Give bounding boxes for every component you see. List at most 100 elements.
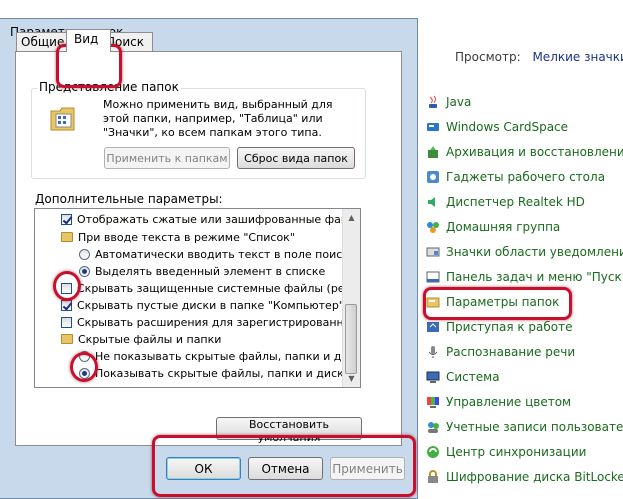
list-item-label: Автоматически вводить текст в поле поиск… xyxy=(95,247,356,261)
tab-search-label: Поиск xyxy=(109,35,145,49)
list-item-label: Не показывать скрытые файлы, папки и дис… xyxy=(95,349,361,363)
gadgets-icon xyxy=(426,170,440,184)
scrollbar-thumb[interactable] xyxy=(345,304,357,374)
cp-item-cardspace[interactable]: Windows CardSpace xyxy=(426,116,568,138)
cancel-button[interactable]: Отмена xyxy=(248,457,323,480)
folder-view-legend: Представление папок xyxy=(37,80,181,94)
list-item[interactable]: Автоматически вводить текст в поле поиск… xyxy=(79,245,356,263)
restore-defaults-button[interactable]: Восстановить умолчания xyxy=(216,417,362,444)
list-item-label: Показывать скрытые файлы, папки и диски xyxy=(95,366,351,380)
list-item[interactable]: Выделять введенный элемент в списке xyxy=(79,262,325,280)
cp-item-realtek[interactable]: Диспетчер Realtek HD xyxy=(426,191,585,213)
cp-item-label: Параметры папок xyxy=(446,295,560,309)
cp-item-java[interactable]: Java xyxy=(426,91,471,113)
cp-item-sync[interactable]: Центр синхронизации xyxy=(426,441,586,463)
cp-item-label: Windows CardSpace xyxy=(446,120,569,134)
radio-button[interactable] xyxy=(79,367,90,379)
cp-item-label: Учетные записи пользователей xyxy=(446,420,623,434)
cp-item-label: Java xyxy=(446,95,472,109)
list-item-label: Скрывать пустые диски в папке "Компьютер… xyxy=(77,298,344,312)
radio-button[interactable] xyxy=(79,248,90,260)
color-management-icon xyxy=(426,395,440,409)
checkbox[interactable] xyxy=(61,282,72,294)
cp-item-getting-started[interactable]: Приступая к работе xyxy=(426,316,573,338)
radio-button[interactable] xyxy=(79,350,90,362)
tab-general-label: Общие xyxy=(21,35,65,49)
checkbox[interactable] xyxy=(61,299,72,311)
ok-button[interactable]: ОК xyxy=(166,457,241,480)
list-item-label: Скрывать защищенные системные файлы (рек… xyxy=(77,281,361,295)
folder-icon xyxy=(61,232,73,242)
backup-icon xyxy=(426,145,440,159)
cp-item-speech[interactable]: Распознавание речи xyxy=(426,341,575,363)
tab-general[interactable]: Общие xyxy=(16,32,68,51)
radio-button[interactable] xyxy=(79,265,90,277)
cp-item-label: Система xyxy=(446,370,500,384)
notification-icons-icon xyxy=(426,245,440,259)
list-item-label: При вводе текста в режиме "Список" xyxy=(78,230,295,244)
tab-search[interactable]: Поиск xyxy=(109,32,153,51)
cp-item-label: Архивация и восстановление xyxy=(446,145,623,159)
cp-item-notification[interactable]: Значки области уведомлений xyxy=(426,241,623,263)
list-item-label: Скрывать расширения для зарегистрированн… xyxy=(77,315,361,329)
scroll-up-icon[interactable]: ▲ xyxy=(343,209,360,226)
list-item[interactable]: Скрывать расширения для зарегистрированн… xyxy=(61,313,361,331)
reset-folders-button[interactable]: Сброс вида папок xyxy=(237,147,355,169)
cp-item-label: Гаджеты рабочего стола xyxy=(446,170,606,184)
list-item-label: Скрытые файлы и папки xyxy=(78,332,222,346)
folder-options-icon xyxy=(426,295,440,309)
microphone-icon xyxy=(426,345,440,359)
checkbox[interactable] xyxy=(61,213,72,225)
cp-item-color[interactable]: Управление цветом xyxy=(426,391,571,413)
view-dropdown[interactable]: Мелкие значки xyxy=(532,50,623,64)
tab-view[interactable]: Вид xyxy=(66,29,111,52)
folder-view-description: Можно применить вид, выбранный для этой … xyxy=(103,98,333,139)
cp-item-label: Панель задач и меню "Пуск" xyxy=(446,270,623,284)
advanced-settings-label: Дополнительные параметры: xyxy=(35,192,223,206)
java-icon xyxy=(426,95,440,109)
checkbox[interactable] xyxy=(61,316,72,328)
cardspace-icon xyxy=(426,120,440,134)
taskbar-icon xyxy=(426,270,440,284)
list-item[interactable]: Показывать скрытые файлы, папки и диски xyxy=(79,364,351,382)
list-item[interactable]: Скрывать защищенные системные файлы (рек… xyxy=(61,279,361,297)
cp-item-label: Диспетчер Realtek HD xyxy=(446,195,585,209)
system-icon xyxy=(426,370,440,384)
cp-item-homegroup[interactable]: Домашняя группа xyxy=(426,216,560,238)
cp-item-taskbar[interactable]: Панель задач и меню "Пуск" xyxy=(426,266,623,288)
getting-started-icon xyxy=(426,320,440,334)
user-accounts-icon xyxy=(426,420,440,434)
list-scrollbar[interactable]: ▲ ▼ xyxy=(342,209,360,387)
list-item: При вводе текста в режиме "Список" xyxy=(61,228,295,246)
cp-item-users[interactable]: Учетные записи пользователей xyxy=(426,416,623,438)
homegroup-icon xyxy=(426,220,440,234)
view-label: Просмотр: xyxy=(455,50,521,64)
cp-item-folder-options[interactable]: Параметры папок xyxy=(426,291,559,313)
list-item: Скрытые файлы и папки xyxy=(61,330,221,348)
cp-item-label: Шифрование диска BitLocker xyxy=(446,470,623,484)
apply-button[interactable]: Применить xyxy=(330,457,405,480)
sync-center-icon xyxy=(426,445,440,459)
cp-item-label: Значки области уведомлений xyxy=(446,245,623,259)
advanced-settings-list[interactable]: Отображать сжатые или зашифрованные файл… xyxy=(34,208,361,388)
cp-item-gadgets[interactable]: Гаджеты рабочего стола xyxy=(426,166,605,188)
list-item[interactable]: Отображать сжатые или зашифрованные файл… xyxy=(61,210,360,228)
cp-item-label: Приступая к работе xyxy=(446,320,573,334)
apply-to-folders-button[interactable]: Применить к папкам xyxy=(104,147,230,169)
list-item-label: Выделять введенный элемент в списке xyxy=(95,264,326,278)
realtek-audio-icon xyxy=(426,195,440,209)
tab-view-label: Вид xyxy=(74,32,99,46)
bitlocker-icon xyxy=(426,470,440,484)
cp-item-bitlocker[interactable]: Шифрование диска BitLocker xyxy=(426,466,623,488)
cp-item-backup[interactable]: Архивация и восстановление xyxy=(426,141,623,163)
scroll-down-icon[interactable]: ▼ xyxy=(343,370,360,387)
cp-item-label: Центр синхронизации xyxy=(446,445,587,459)
folder-icon xyxy=(61,334,73,344)
cp-item-system[interactable]: Система xyxy=(426,366,500,388)
list-item[interactable]: Не показывать скрытые файлы, папки и дис… xyxy=(79,347,361,365)
list-item[interactable]: Скрывать пустые диски в папке "Компьютер… xyxy=(61,296,344,314)
cp-item-label: Домашняя группа xyxy=(446,220,561,234)
view-selector: Просмотр: Мелкие значки ▼ xyxy=(455,50,623,64)
cp-item-label: Управление цветом xyxy=(446,395,572,409)
folder-view-icon xyxy=(50,105,80,133)
